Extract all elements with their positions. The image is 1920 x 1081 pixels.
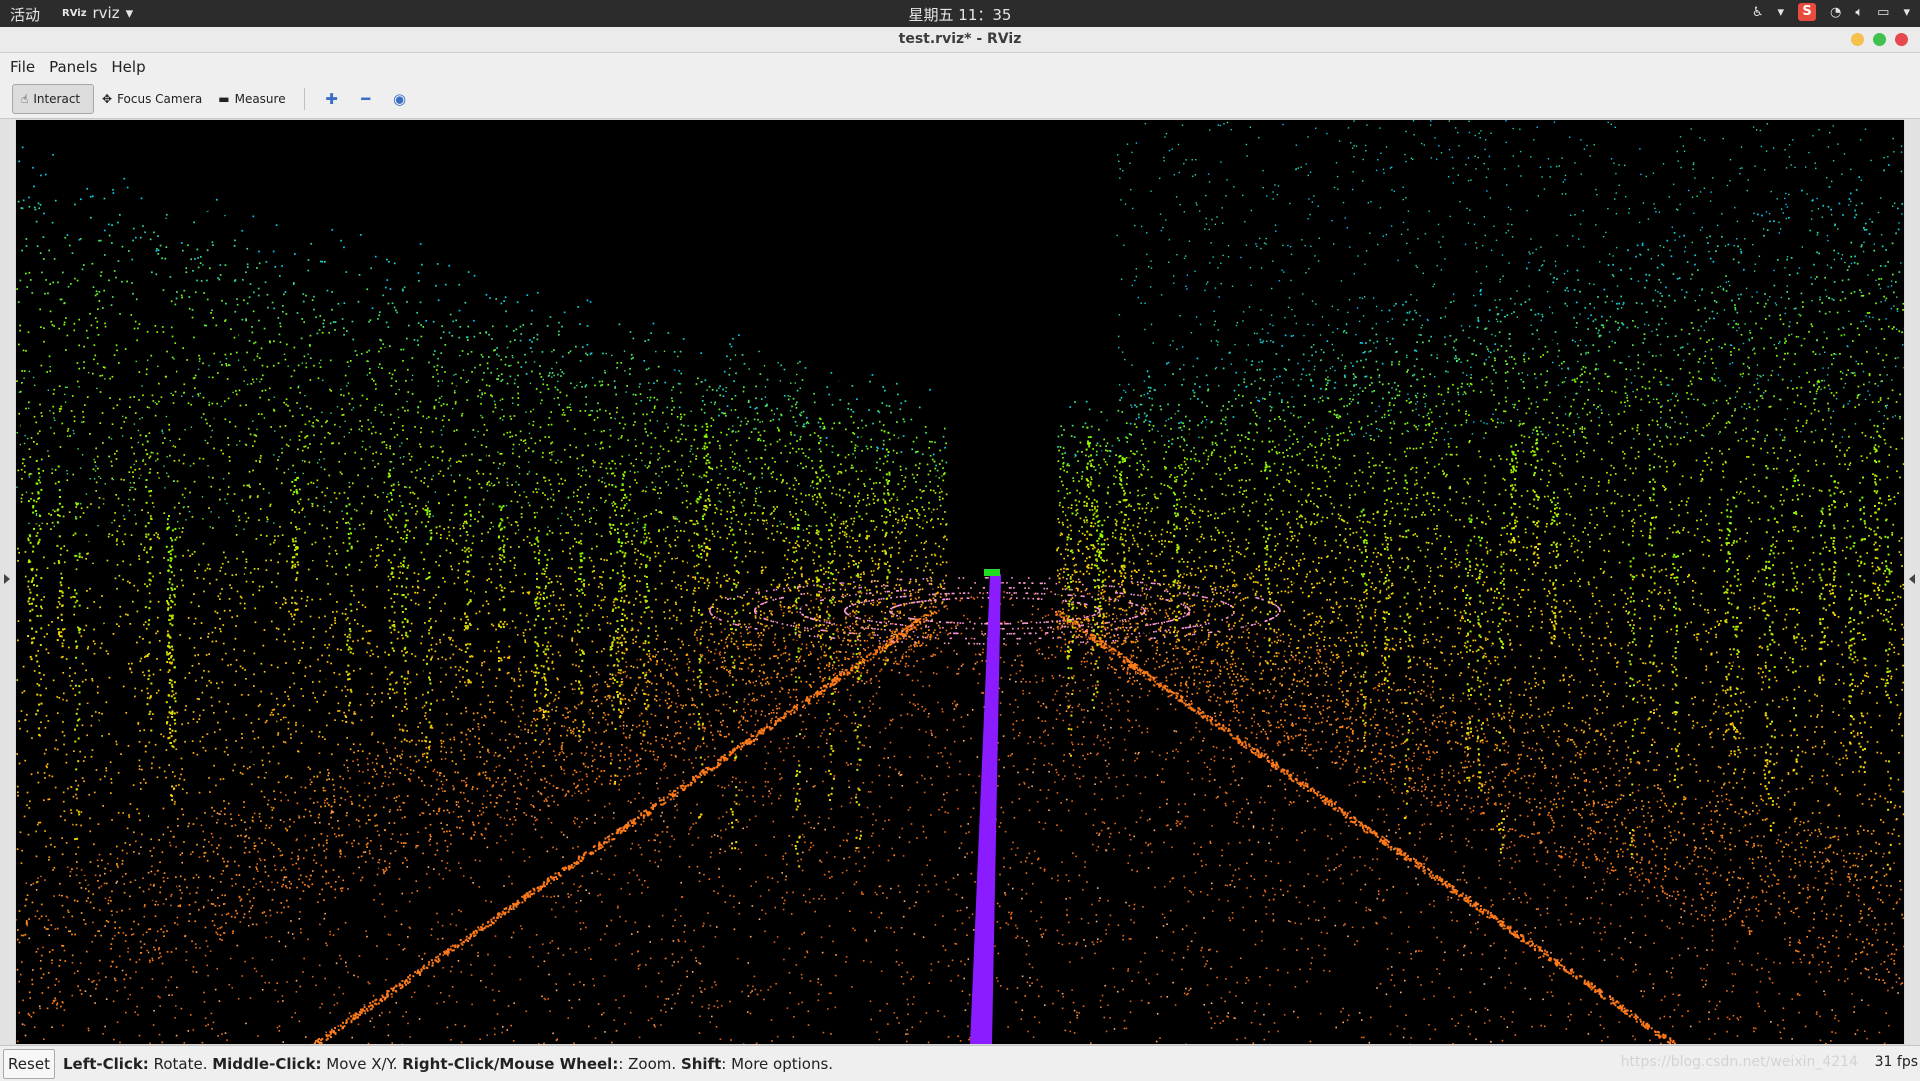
right-dock-collapse[interactable] xyxy=(1905,119,1920,1045)
plus-icon[interactable]: ✚ xyxy=(320,90,344,108)
hint-right-click-key: Right-Click/Mouse Wheel: xyxy=(402,1055,618,1073)
menu-panels[interactable]: Panels xyxy=(49,58,97,76)
hint-shift-key: Shift xyxy=(681,1055,721,1073)
crosshair-icon: ✥ xyxy=(102,92,112,106)
system-tray: ♿ ▾ S ◔ 🔈︎ ▭ ▾ xyxy=(1752,3,1910,21)
main-area xyxy=(0,119,1920,1045)
volume-icon[interactable]: 🔈︎ xyxy=(1855,5,1863,20)
render-viewport[interactable] xyxy=(16,120,1904,1044)
system-topbar: 活动 RViz rviz ▾ 星期五 11：35 ♿ ▾ S ◔ 🔈︎ ▭ ▾ xyxy=(0,0,1920,27)
window-title: test.rviz* - RViz xyxy=(0,27,1920,52)
chevron-right-icon xyxy=(4,574,10,584)
tool-hint: Left-Click: Rotate. Middle-Click: Move X… xyxy=(63,1055,833,1073)
left-dock-collapse[interactable] xyxy=(0,119,15,1045)
measure-tool-button[interactable]: ▬ Measure xyxy=(210,85,293,113)
battery-icon[interactable]: ▭ xyxy=(1877,5,1889,20)
hint-left-click-key: Left-Click: xyxy=(63,1055,149,1073)
chevron-left-icon xyxy=(1909,574,1915,584)
close-button[interactable] xyxy=(1895,33,1908,46)
chevron-down-icon[interactable]: ▾ xyxy=(1777,5,1784,20)
chevron-down-icon[interactable]: ▾ xyxy=(1903,5,1910,20)
menu-bar: File Panels Help xyxy=(0,53,1920,80)
hint-left-click-action: Rotate. xyxy=(149,1055,212,1073)
point-cloud-canvas[interactable] xyxy=(16,120,1904,1044)
hint-middle-click-key: Middle-Click: xyxy=(212,1055,321,1073)
status-bar: Reset Left-Click: Rotate. Middle-Click: … xyxy=(0,1045,1920,1081)
focus-camera-tool-button[interactable]: ✥ Focus Camera xyxy=(94,85,210,113)
fps-counter: 31 fps xyxy=(1875,1054,1918,1070)
minimize-button[interactable] xyxy=(1851,33,1864,46)
eye-icon[interactable]: ◉ xyxy=(388,90,412,108)
measure-label: Measure xyxy=(235,92,286,106)
hint-right-click-action: : Zoom. xyxy=(618,1055,681,1073)
hint-shift-action: : More options. xyxy=(721,1055,833,1073)
accessibility-icon[interactable]: ♿ xyxy=(1752,5,1764,20)
minus-icon[interactable]: ━ xyxy=(354,90,378,108)
clock[interactable]: 星期五 11：35 xyxy=(0,4,1920,25)
hint-middle-click-action: Move X/Y. xyxy=(321,1055,402,1073)
interact-tool-button[interactable]: ☝ Interact xyxy=(12,84,94,114)
menu-file[interactable]: File xyxy=(10,58,35,76)
robot-pose-marker xyxy=(984,569,1000,576)
watermark-text: https://blog.csdn.net/weixin_4214 xyxy=(1621,1054,1858,1070)
reset-button[interactable]: Reset xyxy=(3,1049,55,1079)
window-titlebar: test.rviz* - RViz xyxy=(0,27,1920,53)
tool-bar: ☝ Interact ✥ Focus Camera ▬ Measure ✚ ━ … xyxy=(0,80,1920,119)
focus-camera-label: Focus Camera xyxy=(117,92,202,106)
interact-label: Interact xyxy=(33,92,80,106)
menu-help[interactable]: Help xyxy=(111,58,145,76)
maximize-button[interactable] xyxy=(1873,33,1886,46)
sogou-input-icon[interactable]: S xyxy=(1798,3,1816,21)
hand-icon: ☝ xyxy=(21,92,28,106)
ruler-icon: ▬ xyxy=(218,92,229,106)
toolbar-separator xyxy=(304,88,305,110)
window-controls xyxy=(1851,33,1908,46)
wifi-icon[interactable]: ◔ xyxy=(1830,5,1841,20)
